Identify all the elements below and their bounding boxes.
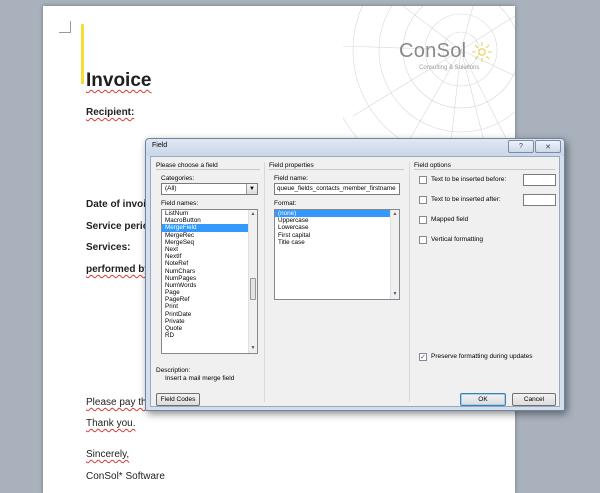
- list-item[interactable]: PrintDate: [162, 311, 257, 318]
- scroll-up-icon[interactable]: ▲: [391, 210, 399, 219]
- text-before-checkbox[interactable]: [419, 176, 427, 184]
- field-name-label: Field name:: [274, 175, 308, 182]
- mapped-field-checkbox[interactable]: [419, 216, 427, 224]
- format-list[interactable]: (none) Uppercase Lowercase First capital Tit…: [274, 209, 400, 300]
- list-item[interactable]: MergeField: [162, 224, 257, 232]
- categories-label: Categories:: [161, 175, 195, 182]
- categories-select[interactable]: (All) ▼: [161, 183, 258, 195]
- text-after-label: Text to be inserted after:: [431, 196, 501, 203]
- recipient-label: Recipient:: [86, 107, 135, 118]
- services-label: Services:: [86, 242, 131, 253]
- list-item[interactable]: MacroButton: [162, 217, 257, 224]
- list-item[interactable]: ListNum: [162, 210, 257, 217]
- group-rule: [269, 169, 404, 170]
- list-item[interactable]: NoteRef: [162, 260, 257, 267]
- list-item[interactable]: NumChars: [162, 268, 257, 275]
- format-list-scrollbar[interactable]: ▲ ▼: [390, 210, 399, 299]
- group-separator: [264, 162, 265, 402]
- description-text: Insert a mail merge field: [165, 375, 235, 382]
- list-item[interactable]: Uppercase: [275, 217, 399, 224]
- field-codes-button[interactable]: Field Codes: [156, 393, 200, 406]
- dialog-body: Please choose a field Categories: (All) …: [150, 156, 560, 407]
- group-rule: [414, 169, 555, 170]
- field-names-list[interactable]: ListNum MacroButton MergeField MergeRec Merg…: [161, 209, 258, 354]
- list-item[interactable]: MergeRec: [162, 232, 257, 239]
- field-list-scrollbar[interactable]: ▲ ▼: [248, 210, 257, 353]
- crop-mark: [59, 21, 71, 33]
- text-before-input[interactable]: [523, 174, 556, 186]
- preserve-formatting-label: Preserve formatting during updates: [431, 353, 533, 360]
- ok-button[interactable]: OK: [460, 393, 506, 406]
- field-name-input[interactable]: queue_fields_contacts_member_firstname: [274, 183, 400, 195]
- vertical-formatting-label: Vertical formatting: [431, 236, 484, 243]
- list-item[interactable]: Print: [162, 303, 257, 310]
- list-item[interactable]: PageRef: [162, 296, 257, 303]
- list-item[interactable]: Page: [162, 289, 257, 296]
- dialog-title: Field: [152, 142, 168, 149]
- group-separator: [409, 162, 410, 402]
- vertical-formatting-checkbox[interactable]: [419, 236, 427, 244]
- signature-text: ConSol* Software: [86, 471, 165, 482]
- list-item[interactable]: MergeSeq: [162, 239, 257, 246]
- list-item[interactable]: Next: [162, 246, 257, 253]
- list-item[interactable]: NumWords: [162, 282, 257, 289]
- text-after-input[interactable]: [523, 194, 556, 206]
- list-item[interactable]: Title case: [275, 239, 399, 246]
- field-properties-group-label: Field properties: [269, 162, 314, 169]
- list-item[interactable]: Lowercase: [275, 224, 399, 231]
- list-item[interactable]: NextIf: [162, 253, 257, 260]
- close-button[interactable]: ✕: [535, 140, 561, 153]
- dialog-titlebar[interactable]: Field ? ✕: [146, 139, 564, 156]
- logo-tagline: Consulting & Solutions: [419, 65, 480, 71]
- list-item[interactable]: First capital: [275, 232, 399, 239]
- please-pay-text: Please pay the: [86, 397, 153, 408]
- cancel-button[interactable]: Cancel: [512, 393, 556, 406]
- scroll-down-icon[interactable]: ▼: [391, 290, 399, 299]
- list-item[interactable]: RD: [162, 332, 257, 339]
- text-after-checkbox[interactable]: [419, 196, 427, 204]
- sincerely-text: Sincerely,: [86, 449, 130, 460]
- thank-you-text: Thank you.: [86, 418, 136, 429]
- field-options-group-label: Field options: [414, 162, 451, 169]
- scroll-down-icon[interactable]: ▼: [249, 344, 257, 353]
- list-item[interactable]: NumPages: [162, 275, 257, 282]
- format-label: Format:: [274, 200, 297, 207]
- list-item[interactable]: Quote: [162, 325, 257, 332]
- logo-wordmark: ConSol: [399, 40, 467, 62]
- sun-logo-icon: [472, 42, 492, 62]
- invoice-title: Invoice: [86, 70, 152, 91]
- performed-by-label: performed by:: [86, 264, 154, 275]
- description-label: Description:: [156, 367, 191, 374]
- field-dialog: Field ? ✕ Please choose a field Categori…: [145, 138, 565, 411]
- help-button[interactable]: ?: [508, 140, 534, 153]
- scroll-up-icon[interactable]: ▲: [249, 210, 257, 219]
- text-before-label: Text to be inserted before:: [431, 176, 507, 183]
- list-item[interactable]: Private: [162, 318, 257, 325]
- field-names-label: Field names:: [161, 200, 199, 207]
- group-rule: [156, 169, 260, 170]
- chevron-down-icon[interactable]: ▼: [246, 184, 257, 194]
- accent-bar: [81, 24, 84, 84]
- categories-value: (All): [165, 185, 177, 192]
- mapped-field-label: Mapped field: [431, 216, 469, 223]
- scroll-thumb[interactable]: [250, 278, 256, 300]
- choose-field-group-label: Please choose a field: [156, 162, 218, 169]
- list-item[interactable]: (none): [275, 210, 399, 218]
- preserve-formatting-checkbox[interactable]: ✓: [419, 353, 427, 361]
